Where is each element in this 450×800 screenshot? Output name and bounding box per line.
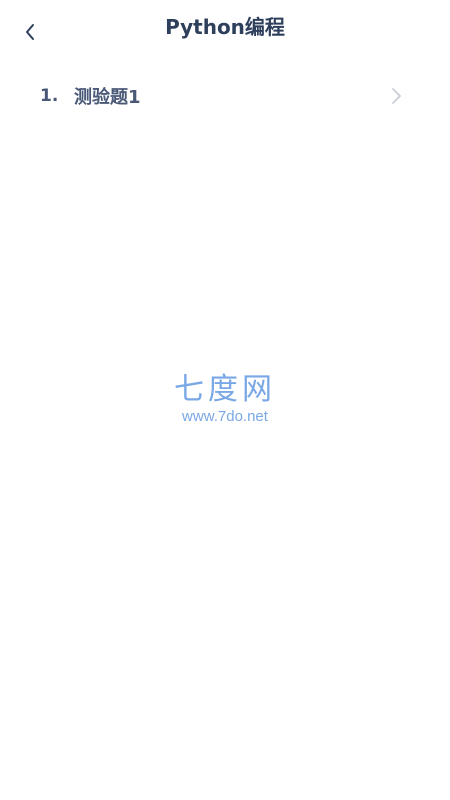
watermark: 七度网 www.7do.net [0, 372, 450, 426]
chevron-right-icon [392, 88, 401, 104]
quiz-item-name: 测验题1 [74, 87, 141, 108]
quiz-item-index: 1. [40, 86, 59, 106]
quiz-list-screen: Python编程 1. 测验题1 七度网 www.7do.net [0, 0, 450, 800]
watermark-url: www.7do.net [182, 408, 268, 425]
header-bar: Python编程 [0, 0, 450, 56]
page-title: Python编程 [165, 15, 285, 39]
quiz-list-item[interactable]: 1. 测验题1 [0, 76, 450, 116]
quiz-list: 1. 测验题1 [0, 76, 450, 116]
watermark-logo: 七度网 [174, 372, 276, 407]
